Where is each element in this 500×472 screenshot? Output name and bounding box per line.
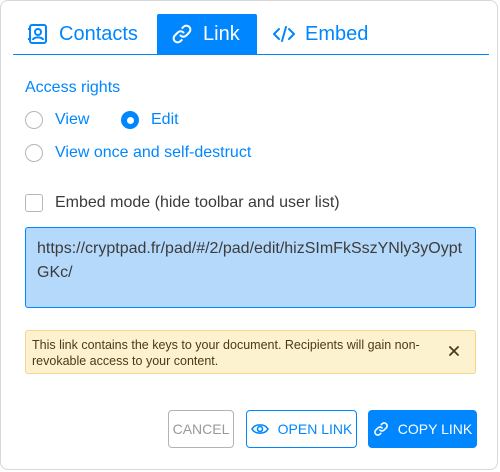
warning-alert: This link contains the keys to your docu… [25,330,476,374]
radio-view-once-indicator[interactable] [25,144,43,162]
code-icon [273,23,295,45]
radio-view[interactable]: View [25,111,89,129]
embed-mode-label: Embed mode (hide toolbar and user list) [55,194,340,211]
tab-contacts-label: Contacts [59,22,138,45]
tab-embed-label: Embed [305,22,369,45]
radio-edit[interactable]: Edit [121,111,179,129]
eye-icon [250,422,269,436]
embed-mode-checkbox[interactable] [25,194,43,212]
radio-view-once-label: View once and self-destruct [55,144,252,161]
tab-embed[interactable]: Embed [257,14,368,54]
cancel-button[interactable]: CANCEL [168,410,234,448]
close-icon[interactable] [447,344,461,358]
copy-link-button[interactable]: COPY LINK [368,410,477,448]
radio-view-indicator[interactable] [25,111,43,129]
share-link-field[interactable]: https://cryptpad.fr/pad/#/2/pad/edit/hiz… [25,227,476,308]
tab-link[interactable]: Link [157,14,257,54]
share-dialog: Contacts Link Embed Access rights View E… [0,0,498,470]
embed-mode-option[interactable]: Embed mode (hide toolbar and user list) [25,194,340,212]
copy-link-button-label: COPY LINK [397,421,473,437]
access-rights-heading: Access rights [25,79,121,96]
radio-view-label: View [55,111,90,128]
share-tabs: Contacts Link Embed [13,14,489,55]
open-link-button[interactable]: OPEN LINK [246,410,357,448]
tab-link-label: Link [203,22,240,45]
radio-edit-indicator[interactable] [121,111,139,129]
link-icon [373,421,389,437]
cancel-button-label: CANCEL [172,421,230,437]
radio-edit-label: Edit [151,111,179,128]
tab-contacts[interactable]: Contacts [13,14,157,54]
warning-text: This link contains the keys to your docu… [32,338,420,368]
open-link-button-label: OPEN LINK [277,421,353,437]
contacts-icon [27,23,49,45]
link-icon [171,23,193,45]
radio-view-once[interactable]: View once and self-destruct [25,144,251,162]
